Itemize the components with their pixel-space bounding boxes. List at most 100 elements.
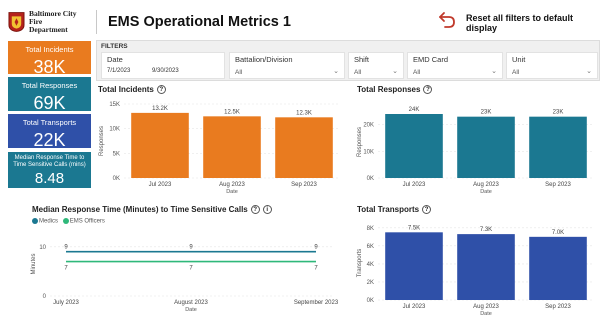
kpi-value: 22K bbox=[33, 130, 66, 148]
y-axis-title: Responses bbox=[99, 126, 105, 156]
y-tick-label: 10K bbox=[363, 149, 374, 155]
logo-line-1: Baltimore City Fire bbox=[28, 9, 77, 26]
point-data-label: 9 bbox=[64, 245, 68, 251]
legend-label: Medics bbox=[39, 218, 59, 225]
y-tick-label: 5K bbox=[113, 151, 120, 157]
y-tick-label: 0K bbox=[113, 176, 120, 182]
help-icon[interactable]: ? bbox=[156, 85, 166, 95]
y-tick-label: 10 bbox=[39, 245, 46, 251]
battalion-filter-dropdown[interactable]: Battalion/Division All ⌄ bbox=[229, 52, 345, 79]
x-tick-label: August 2023 bbox=[174, 300, 208, 306]
bar bbox=[457, 116, 515, 178]
x-tick-label: Sep 2023 bbox=[545, 304, 571, 310]
unit-filter-dropdown[interactable]: Unit All ⌄ bbox=[506, 52, 598, 79]
chevron-down-icon: ⌄ bbox=[333, 68, 339, 75]
page-title: EMS Operational Metrics 1 bbox=[108, 14, 291, 30]
y-tick-label: 4K bbox=[367, 262, 374, 268]
y-axis-title: Minutes bbox=[31, 253, 37, 274]
total-responses-card: Total Responses 69K bbox=[8, 77, 91, 111]
y-tick-label: 10K bbox=[109, 127, 120, 133]
shift-filter-label: Shift bbox=[354, 55, 370, 64]
filters-panel: FILTERS Date 7/1/2023 9/30/2023 Battalio… bbox=[96, 40, 600, 81]
battalion-filter-value: All bbox=[235, 69, 243, 76]
y-tick-label: 0 bbox=[43, 294, 47, 300]
kpi-label: Median Response Time to Time Sensitive C… bbox=[13, 155, 86, 168]
x-axis-title: Date bbox=[226, 189, 238, 194]
bar-data-label: 12.3K bbox=[296, 110, 312, 116]
x-tick-label: Jul 2023 bbox=[403, 304, 426, 310]
y-axis-title: Transports bbox=[357, 249, 363, 277]
x-tick-label: Jul 2023 bbox=[149, 182, 172, 188]
bar bbox=[275, 117, 333, 178]
kpi-label: Total Transports bbox=[22, 118, 77, 127]
unit-filter-label: Unit bbox=[512, 55, 526, 64]
shift-filter-value: All bbox=[354, 69, 362, 76]
bar bbox=[385, 114, 443, 178]
incidents-chart-title: Total Incidents? bbox=[98, 85, 166, 95]
total-transports-card: Total Transports 22K bbox=[8, 114, 91, 148]
bar-data-label: 12.5K bbox=[224, 109, 240, 115]
filters-title: FILTERS bbox=[101, 43, 128, 50]
y-tick-label: 20K bbox=[363, 123, 374, 129]
x-tick-label: Aug 2023 bbox=[473, 182, 499, 188]
date-start-input[interactable]: 7/1/2023 bbox=[107, 68, 130, 74]
shift-filter-dropdown[interactable]: Shift All ⌄ bbox=[348, 52, 404, 79]
x-tick-label: Aug 2023 bbox=[219, 182, 245, 188]
bar-data-label: 7.3K bbox=[480, 227, 492, 233]
date-filter[interactable]: Date 7/1/2023 9/30/2023 bbox=[101, 52, 225, 79]
undo-arrow-icon[interactable] bbox=[437, 9, 457, 29]
point-data-label: 7 bbox=[314, 266, 318, 272]
help-icon[interactable]: ? bbox=[422, 205, 432, 215]
total-incidents-chart: 0K 5K 10K 15K 13.2K Jul 2023 12.5K Aug 2023 12.3… bbox=[99, 102, 340, 194]
logo-line-2: Department bbox=[28, 25, 68, 34]
bar bbox=[457, 234, 515, 300]
median-response-time-card: Median Response Time to Time Sensitive C… bbox=[8, 152, 91, 188]
help-icon[interactable]: ? bbox=[423, 85, 433, 95]
bar bbox=[529, 236, 587, 300]
bar bbox=[131, 112, 189, 178]
unit-filter-value: All bbox=[512, 69, 520, 76]
legend-swatch bbox=[62, 218, 69, 224]
x-tick-label: Aug 2023 bbox=[473, 304, 499, 310]
date-filter-label: Date bbox=[107, 55, 123, 64]
x-tick-label: Jul 2023 bbox=[403, 182, 426, 188]
bar-data-label: 7.0K bbox=[552, 230, 564, 236]
point-data-label: 9 bbox=[314, 245, 318, 251]
kpi-label: Total Incidents bbox=[25, 45, 74, 54]
x-tick-label: July 2023 bbox=[53, 300, 79, 306]
battalion-filter-label: Battalion/Division bbox=[235, 55, 293, 64]
kpi-value: 38K bbox=[33, 57, 66, 74]
legend-label: EMS Officers bbox=[69, 218, 105, 225]
bar-data-label: 23K bbox=[553, 110, 564, 116]
x-axis-title: Date bbox=[185, 307, 197, 313]
date-end-input[interactable]: 9/30/2023 bbox=[152, 68, 179, 74]
bar bbox=[203, 116, 261, 178]
point-data-label: 7 bbox=[64, 266, 68, 272]
responses-chart-title: Total Responses? bbox=[357, 85, 433, 95]
transports-chart-title: Total Transports? bbox=[357, 205, 432, 215]
chevron-down-icon: ⌄ bbox=[491, 68, 497, 75]
y-tick-label: 15K bbox=[109, 102, 120, 108]
median-chart-legend: Medics EMS Officers bbox=[32, 218, 105, 225]
point-data-label: 7 bbox=[189, 266, 193, 272]
kpi-value: 69K bbox=[33, 93, 66, 111]
emd-card-filter-value: All bbox=[413, 69, 421, 76]
median-chart-title: Median Response Time (Minutes) to Time S… bbox=[32, 205, 272, 215]
department-logo: Baltimore City Fire Department bbox=[8, 10, 88, 34]
bar-data-label: 23K bbox=[481, 110, 492, 116]
bar bbox=[385, 232, 443, 300]
help-icon[interactable]: ? bbox=[250, 205, 260, 215]
emd-card-filter-dropdown[interactable]: EMD Card All ⌄ bbox=[407, 52, 503, 79]
y-tick-label: 6K bbox=[367, 244, 374, 250]
reset-filters-button[interactable]: Reset all filters to default display bbox=[466, 13, 602, 33]
point-data-label: 9 bbox=[189, 245, 193, 251]
info-icon[interactable]: i bbox=[262, 205, 272, 215]
total-incidents-card: Total Incidents 38K bbox=[8, 41, 91, 74]
total-transports-chart: 0K 2K 4K 6K 8K 7.5K Jul 2023 7.3K Aug 2023 7.0K Se… bbox=[357, 225, 594, 317]
chevron-down-icon: ⌄ bbox=[586, 68, 592, 75]
x-tick-label: September 2023 bbox=[294, 300, 339, 306]
bar bbox=[529, 116, 587, 178]
y-tick-label: 8K bbox=[367, 226, 374, 232]
bar-data-label: 13.2K bbox=[152, 106, 168, 112]
y-axis-title: Responses bbox=[357, 127, 363, 157]
